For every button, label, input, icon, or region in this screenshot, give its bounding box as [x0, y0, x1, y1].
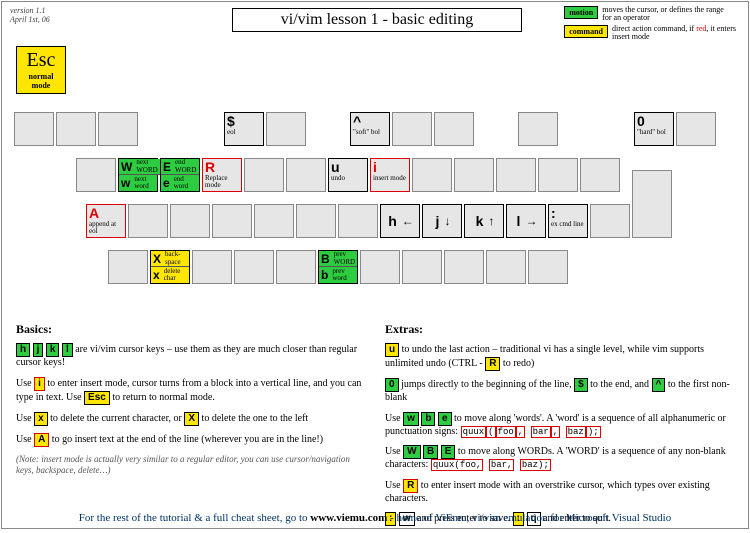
version-label: version 1.1	[10, 6, 46, 15]
legend-command-key: command	[564, 25, 608, 38]
legend-motion-key: motion	[564, 6, 598, 19]
key-A: Aappend at eol	[86, 204, 126, 238]
key-blank	[444, 250, 484, 284]
title: vi/vim lesson 1 - basic editing	[232, 8, 522, 32]
key-i: iinsert mode	[370, 158, 410, 192]
key-blank	[392, 112, 432, 146]
text-columns: Basics: h j k l are vi/vim cursor keys –…	[16, 322, 734, 533]
key-u: uundo	[328, 158, 368, 192]
key-blank	[528, 250, 568, 284]
key-h: h←	[380, 204, 420, 238]
key-blank	[192, 250, 232, 284]
key-b: Bprev WORD bprev word	[318, 250, 358, 284]
key-caret: ^"soft" bol	[350, 112, 390, 146]
key-blank	[212, 204, 252, 238]
key-blank	[170, 204, 210, 238]
key-blank	[266, 112, 306, 146]
key-R: RReplace mode	[202, 158, 242, 192]
key-blank	[128, 204, 168, 238]
key-blank	[434, 112, 474, 146]
key-blank	[538, 158, 578, 192]
key-j: j↓	[422, 204, 462, 238]
key-blank	[14, 112, 54, 146]
extras-heading: Extras:	[385, 322, 734, 337]
basics-column: Basics: h j k l are vi/vim cursor keys –…	[16, 322, 365, 533]
key-colon: :ex cmd line	[548, 204, 588, 238]
key-w: Wnext WORD wnext word	[118, 158, 158, 192]
key-blank	[580, 158, 620, 192]
key-blank	[360, 250, 400, 284]
legend: motion moves the cursor, or defines the …	[564, 6, 742, 44]
extras-column: Extras: u to undo the last action – trad…	[385, 322, 734, 533]
esc-key: Esc normal mode	[16, 46, 66, 94]
key-l: l→	[506, 204, 546, 238]
key-k: k↑	[464, 204, 504, 238]
key-blank	[234, 250, 274, 284]
date-label: April 1st, 06	[10, 15, 50, 24]
key-blank	[454, 158, 494, 192]
key-blank	[338, 204, 378, 238]
key-blank	[56, 112, 96, 146]
key-blank	[98, 112, 138, 146]
key-blank	[486, 250, 526, 284]
key-blank	[402, 250, 442, 284]
key-blank	[296, 204, 336, 238]
basics-heading: Basics:	[16, 322, 365, 337]
page-frame: version 1.1 April 1st, 06 vi/vim lesson …	[1, 1, 749, 529]
key-blank	[108, 250, 148, 284]
key-dollar: $eol	[224, 112, 264, 146]
key-blank	[518, 112, 558, 146]
key-blank	[254, 204, 294, 238]
key-enter	[632, 170, 672, 238]
key-blank	[276, 250, 316, 284]
legend-command-desc: direct action command, if red, it enters…	[612, 25, 742, 42]
key-blank	[412, 158, 452, 192]
key-blank	[244, 158, 284, 192]
key-blank	[590, 204, 630, 238]
key-blank	[286, 158, 326, 192]
key-blank	[76, 158, 116, 192]
key-blank	[496, 158, 536, 192]
footer: For the rest of the tutorial & a full ch…	[2, 512, 748, 524]
key-e: Eend WORD eend word	[160, 158, 200, 192]
key-blank	[676, 112, 716, 146]
key-x: Xback- space xdelete char	[150, 250, 190, 284]
legend-motion-desc: moves the cursor, or defines the range f…	[602, 6, 732, 23]
key-zero: 0"hard" bol	[634, 112, 674, 146]
